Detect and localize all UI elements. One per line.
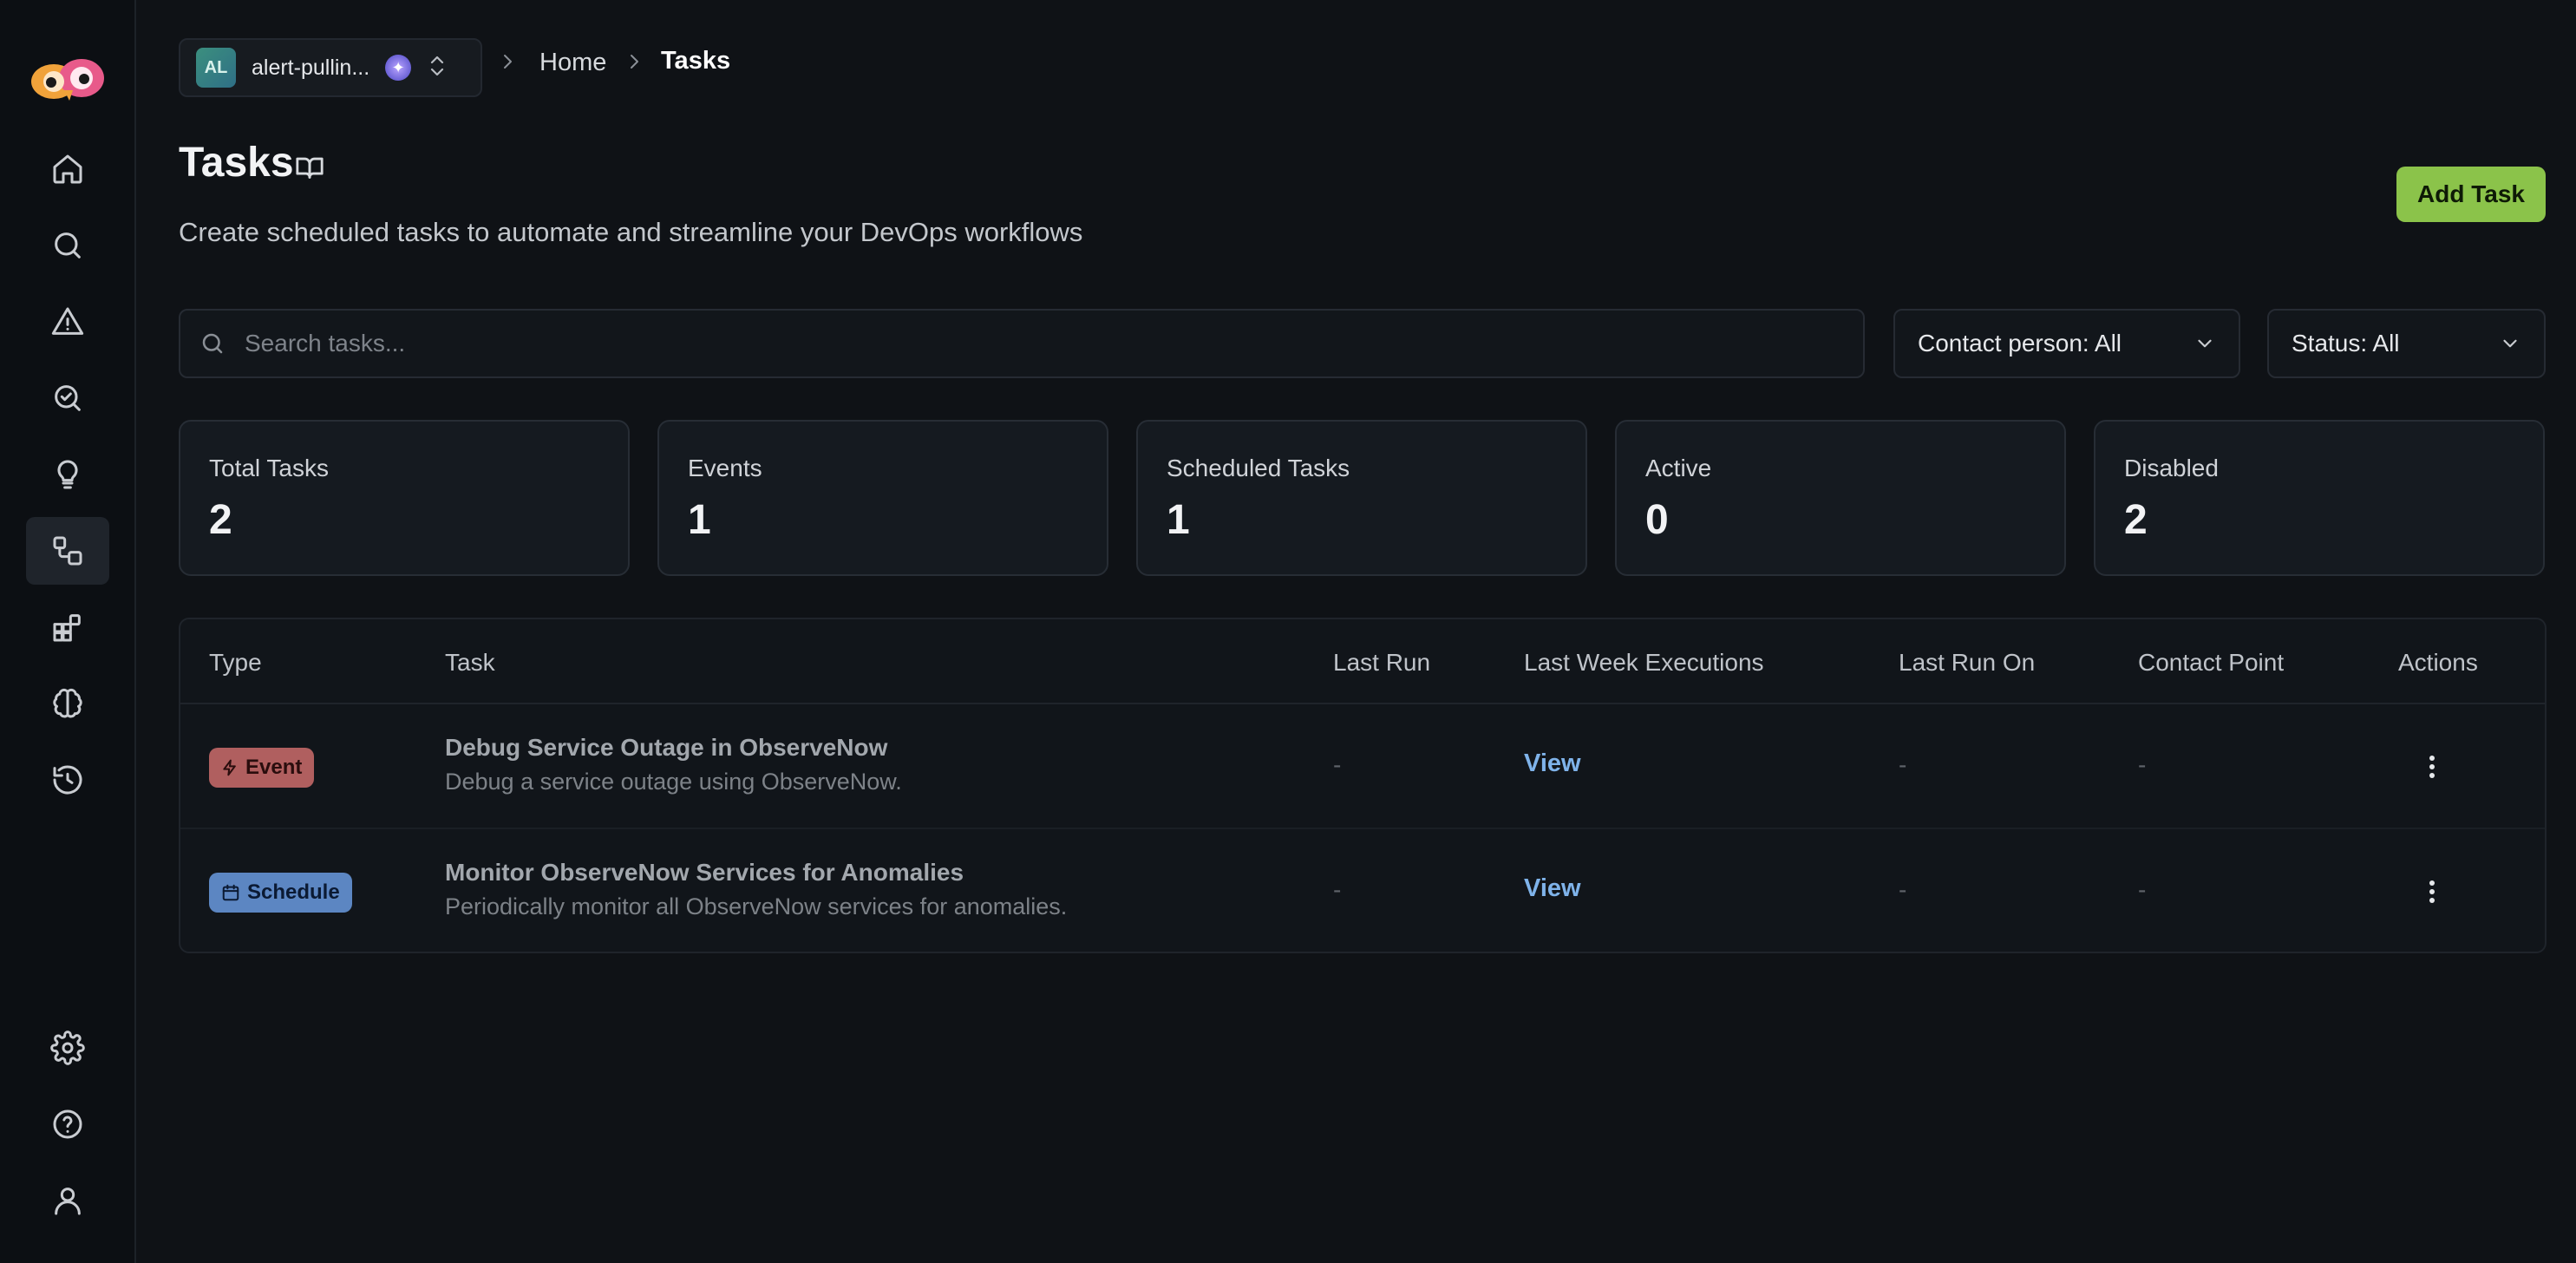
search-box[interactable]: [179, 309, 1865, 378]
breadcrumb-home[interactable]: Home: [539, 49, 606, 77]
type-badge-label: Schedule: [247, 880, 340, 904]
table-row[interactable]: Schedule Monitor ObserveNow Services for…: [180, 829, 2545, 954]
chevron-right-icon: [498, 50, 517, 77]
task-description: Debug a service outage using ObserveNow.: [445, 769, 902, 795]
column-header-contact-point: Contact Point: [2138, 649, 2285, 676]
last-run-value: -: [1333, 876, 1342, 903]
lightning-icon: [223, 759, 236, 776]
nav-profile[interactable]: [26, 1167, 109, 1234]
stat-label: Events: [688, 455, 762, 481]
nav-integrations[interactable]: [26, 593, 109, 661]
chevron-up-down-icon: [427, 53, 448, 83]
chevron-down-icon: [2503, 339, 2517, 348]
history-icon: [53, 765, 82, 795]
workspace-switcher[interactable]: AL alert-pullin... ✦: [179, 38, 482, 97]
stat-value: 1: [688, 497, 711, 543]
page-subtitle: Create scheduled tasks to automate and s…: [179, 217, 1083, 247]
task-title[interactable]: Debug Service Outage in ObserveNow: [445, 734, 887, 762]
stat-label: Active: [1645, 455, 1712, 481]
task-description: Periodically monitor all ObserveNow serv…: [445, 893, 1068, 919]
nav-investigate[interactable]: [26, 364, 109, 432]
nav-ai[interactable]: [26, 670, 109, 737]
status-select[interactable]: Status: All: [2267, 309, 2546, 378]
last-run-on-value: -: [1899, 751, 1907, 778]
chevron-right-icon: [624, 50, 644, 77]
column-header-type: Type: [209, 649, 262, 676]
column-header-last-run: Last Run: [1333, 649, 1431, 676]
column-header-last-week-executions: Last Week Executions: [1524, 649, 1764, 676]
tasks-icon: [53, 536, 82, 566]
home-icon: [53, 154, 82, 184]
add-task-button[interactable]: Add Task: [2396, 167, 2546, 222]
stat-value: 2: [209, 497, 232, 543]
stat-value: 2: [2124, 497, 2148, 543]
investigate-icon: [55, 385, 81, 411]
search-input[interactable]: [245, 330, 1806, 357]
type-badge-label: Event: [245, 756, 303, 779]
stat-label: Disabled: [2124, 455, 2219, 481]
search-icon: [55, 232, 81, 258]
last-run-value: -: [1333, 751, 1342, 778]
nav-help[interactable]: [26, 1090, 109, 1158]
stat-card-disabled: Disabled 2: [2094, 420, 2545, 576]
app-root: AL alert-pullin... ✦ Home Tasks Tasks Cr…: [0, 0, 2576, 1263]
view-executions-link[interactable]: View: [1524, 874, 1581, 903]
nav-home[interactable]: [26, 135, 109, 203]
brain-icon: [53, 688, 82, 718]
help-icon: [53, 1109, 82, 1139]
stat-card-total: Total Tasks 2: [179, 420, 630, 576]
more-vertical-icon[interactable]: [2415, 874, 2449, 909]
workspace-name: alert-pullin...: [252, 55, 370, 80]
integrations-icon: [53, 614, 81, 642]
contact-point-value: -: [2138, 751, 2147, 778]
type-badge-event: Event: [209, 748, 315, 788]
contact-person-select[interactable]: Contact person: All: [1893, 309, 2240, 378]
user-icon: [55, 1188, 81, 1215]
table-row[interactable]: Event Debug Service Outage in ObserveNow…: [180, 704, 2545, 829]
last-run-on-value: -: [1899, 876, 1907, 903]
page-title: Tasks: [179, 140, 294, 186]
nav-settings[interactable]: [26, 1014, 109, 1082]
stat-card-scheduled: Scheduled Tasks 1: [1136, 420, 1587, 576]
type-badge-schedule: Schedule: [209, 873, 352, 913]
breadcrumb-current: Tasks: [661, 47, 731, 75]
more-vertical-icon[interactable]: [2415, 749, 2449, 784]
column-header-actions: Actions: [2398, 649, 2478, 676]
book-open-icon[interactable]: [295, 153, 324, 187]
column-header-task: Task: [445, 649, 495, 676]
stat-card-active: Active 0: [1615, 420, 2066, 576]
tasks-table: Type Task Last Run Last Week Executions …: [179, 618, 2547, 953]
status-value: Status: All: [2292, 330, 2400, 357]
nav-alerts[interactable]: [26, 288, 109, 356]
nav-search[interactable]: [26, 212, 109, 279]
stat-card-events: Events 1: [657, 420, 1108, 576]
stat-value: 1: [1167, 497, 1190, 543]
view-executions-link[interactable]: View: [1524, 749, 1581, 778]
nav-insights[interactable]: [26, 441, 109, 508]
workspace-plan-badge: ✦: [385, 55, 412, 81]
search-icon: [202, 333, 223, 354]
contact-point-value: -: [2138, 876, 2147, 903]
column-header-last-run-on: Last Run On: [1899, 649, 2036, 676]
nav-tasks[interactable]: [26, 517, 109, 585]
stat-label: Total Tasks: [209, 455, 329, 481]
logo[interactable]: [24, 52, 111, 108]
sidebar: [0, 0, 136, 1263]
task-title[interactable]: Monitor ObserveNow Services for Anomalie…: [445, 859, 964, 887]
stat-label: Scheduled Tasks: [1167, 455, 1350, 481]
workspace-avatar: AL: [196, 48, 236, 88]
stat-value: 0: [1645, 497, 1669, 543]
chevron-down-icon: [2198, 339, 2212, 348]
settings-icon: [50, 1031, 85, 1065]
calendar-icon: [222, 884, 239, 901]
alert-triangle-icon: [51, 307, 84, 335]
nav-history[interactable]: [26, 746, 109, 814]
contact-person-value: Contact person: All: [1918, 330, 2122, 357]
lightbulb-icon: [57, 460, 78, 489]
